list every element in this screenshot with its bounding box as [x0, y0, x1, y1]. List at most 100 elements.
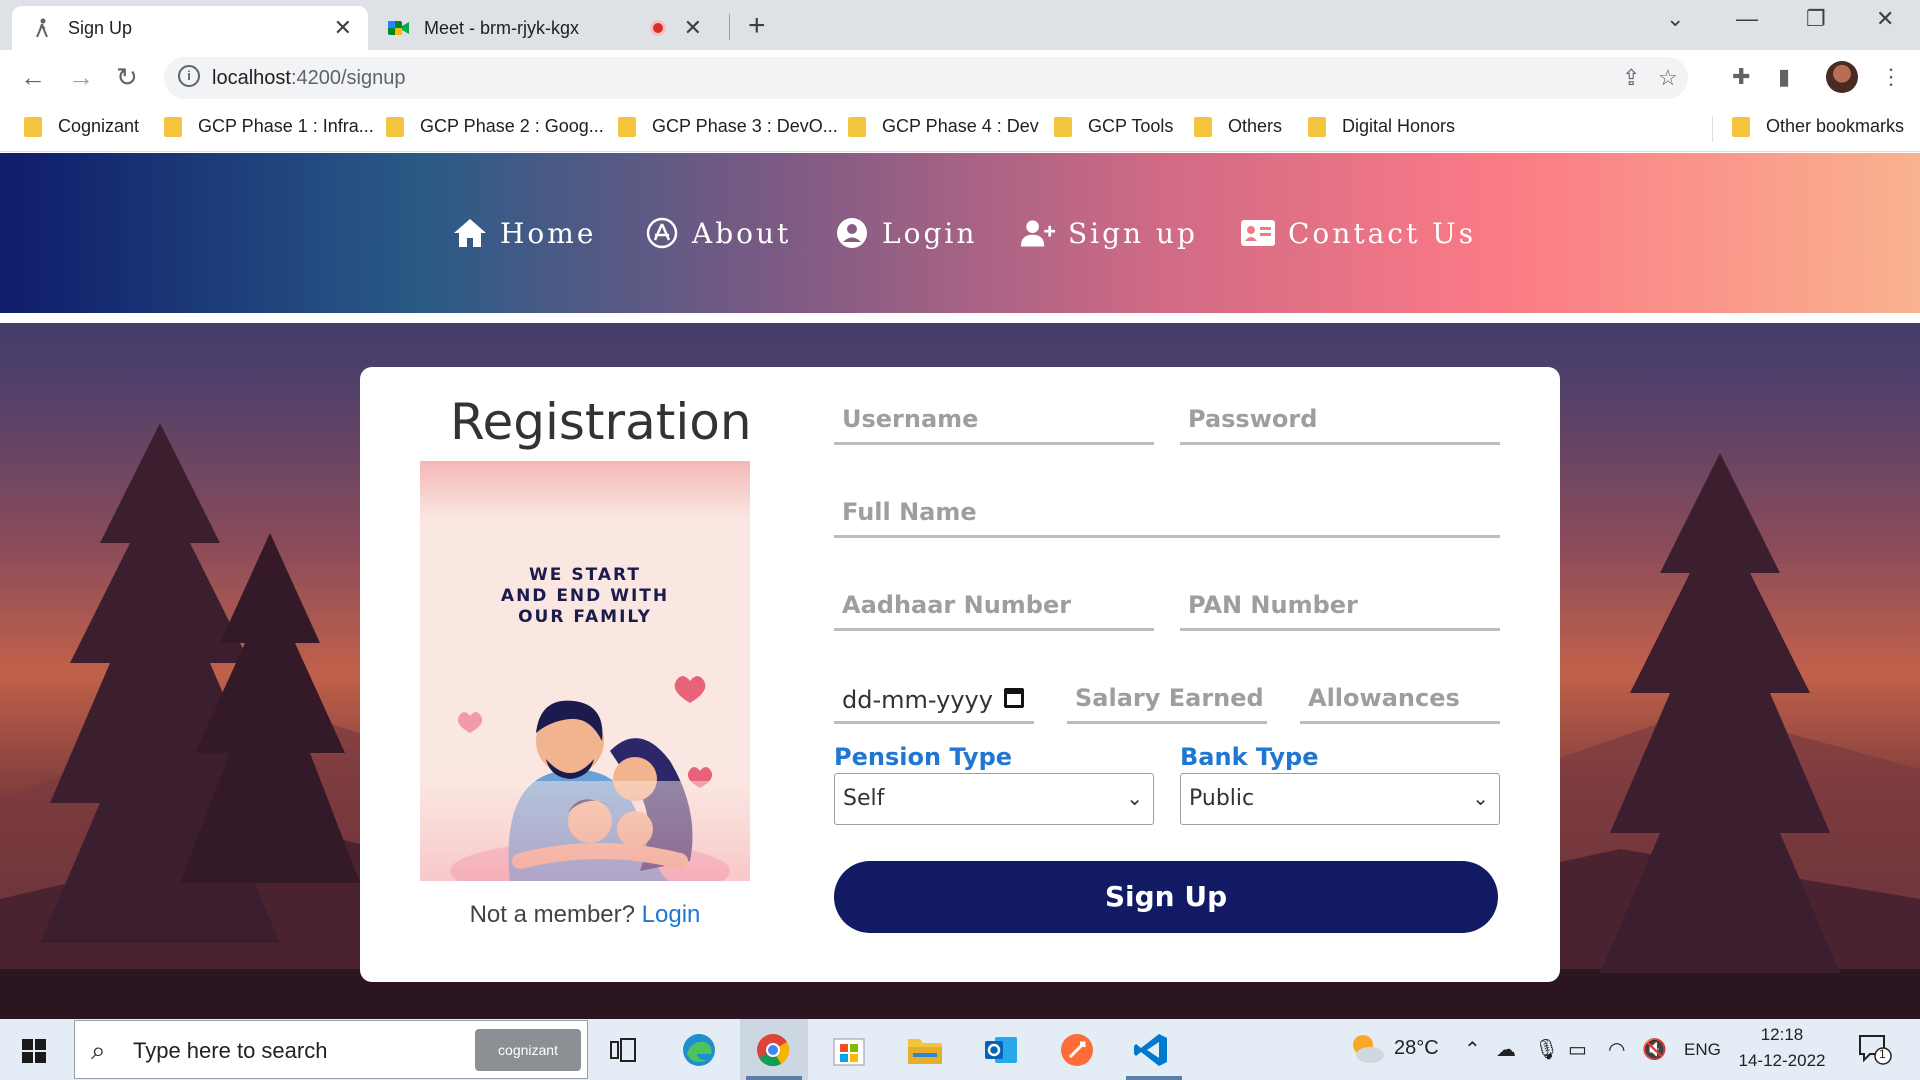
user-plus-icon — [1020, 215, 1056, 251]
profile-avatar[interactable] — [1826, 61, 1858, 93]
restore-button[interactable]: ❐ — [1806, 6, 1826, 32]
outlook-icon[interactable] — [980, 1029, 1022, 1071]
nav-home[interactable]: Home — [452, 215, 596, 251]
illustration-quote: WE START AND END WITH OUR FAMILY — [500, 565, 670, 627]
fullname-field — [834, 488, 1500, 538]
close-window-button[interactable]: ✕ — [1876, 6, 1894, 32]
nav-signup[interactable]: Sign up — [1020, 215, 1198, 251]
new-tab-button[interactable]: + — [748, 9, 766, 43]
page-title: Registration — [450, 393, 752, 451]
login-link[interactable]: Login — [642, 901, 701, 928]
site-navbar: Home About Login Sign up Contact Us — [0, 153, 1920, 313]
search-icon: ⌕ — [91, 1035, 106, 1065]
nav-home-label: Home — [500, 216, 597, 250]
calendar-icon[interactable] — [1004, 688, 1024, 708]
date-field[interactable]: dd-mm-yyyy — [834, 674, 1034, 724]
close-tab-icon[interactable]: ✕ — [684, 15, 702, 41]
forward-icon[interactable]: → — [68, 62, 94, 93]
tab-sign-up[interactable]: Sign Up ✕ — [12, 6, 368, 50]
nav-about[interactable]: About — [644, 215, 791, 251]
bookmark-folder[interactable]: Others — [1194, 116, 1282, 137]
bookmark-folder[interactable]: GCP Phase 1 : Infra... — [164, 116, 374, 137]
bookmark-star-icon[interactable]: ☆ — [1658, 65, 1678, 91]
chrome-icon[interactable] — [752, 1029, 794, 1071]
file-explorer-icon[interactable] — [904, 1029, 946, 1071]
password-input[interactable] — [1180, 395, 1500, 442]
windows-start-icon[interactable] — [22, 1039, 46, 1063]
fullname-input[interactable] — [834, 488, 1500, 535]
weather-temp[interactable]: 28°C — [1394, 1037, 1439, 1060]
clock-time: 12:18 — [1760, 1025, 1804, 1044]
task-view-icon[interactable] — [602, 1029, 644, 1071]
bookmark-folder[interactable]: GCP Phase 4 : Dev — [848, 116, 1039, 137]
pan-input[interactable] — [1180, 581, 1500, 628]
taskbar-search[interactable]: ⌕ Type here to search cognizant — [74, 1020, 588, 1079]
vscode-icon[interactable] — [1130, 1029, 1172, 1071]
date-input-value[interactable]: dd-mm-yyyy — [842, 686, 993, 714]
folder-icon — [1194, 116, 1212, 137]
folder-icon — [1308, 116, 1326, 137]
language-indicator[interactable]: ENG — [1684, 1040, 1721, 1060]
registration-card: Registration WE START AND END WITH OUR F… — [360, 367, 1560, 982]
nav-login[interactable]: Login — [834, 215, 977, 251]
bank-type-select[interactable]: Public ⌄ — [1180, 773, 1500, 825]
recording-indicator-icon — [649, 20, 666, 36]
wifi-icon[interactable]: ◠ — [1608, 1037, 1625, 1062]
sign-up-button[interactable]: Sign Up — [834, 861, 1498, 933]
tab-search-icon[interactable]: ⌄ — [1666, 6, 1684, 32]
username-input[interactable] — [834, 395, 1154, 442]
walking-person-icon — [32, 17, 54, 39]
url-text[interactable]: localhost:4200/signup — [212, 67, 405, 90]
tab-meet[interactable]: Meet - brm-rjyk-kgx ✕ — [378, 6, 718, 50]
bookmark-folder[interactable]: Cognizant — [24, 116, 139, 137]
edge-icon[interactable] — [678, 1029, 720, 1071]
reload-icon[interactable]: ↻ — [116, 62, 138, 93]
pension-type-select[interactable]: Self ⌄ — [834, 773, 1154, 825]
clock[interactable]: 12:18 14-12-2022 — [1734, 1025, 1830, 1071]
username-field — [834, 395, 1154, 445]
bookmark-folder[interactable]: Digital Honors — [1308, 116, 1455, 137]
postman-icon[interactable] — [1056, 1029, 1098, 1071]
bookmark-folder[interactable]: GCP Tools — [1054, 116, 1173, 137]
search-placeholder: Type here to search — [133, 1038, 328, 1063]
share-icon[interactable]: ⇪ — [1622, 65, 1640, 91]
extensions-icon[interactable]: ✚ — [1732, 64, 1750, 90]
microsoft-store-icon[interactable] — [828, 1029, 870, 1071]
minimize-button[interactable]: — — [1736, 6, 1758, 32]
notifications-icon[interactable]: 1 — [1858, 1033, 1892, 1071]
clock-date: 14-12-2022 — [1738, 1051, 1826, 1070]
app-store-icon — [644, 215, 680, 251]
allowances-input[interactable] — [1300, 674, 1500, 721]
pension-type-value: Self — [843, 786, 885, 811]
aadhaar-input[interactable] — [834, 581, 1154, 628]
chevron-down-icon: ⌄ — [1126, 788, 1143, 810]
tab-title: Sign Up — [68, 17, 133, 38]
site-info-icon[interactable]: i — [178, 65, 200, 87]
cognizant-badge[interactable]: cognizant — [475, 1029, 581, 1071]
folder-icon — [1054, 116, 1072, 137]
google-meet-icon — [388, 17, 410, 39]
battery-icon[interactable]: ▭ — [1568, 1037, 1587, 1062]
menu-kebab-icon[interactable]: ⋮ — [1880, 64, 1902, 90]
back-icon[interactable]: ← — [20, 62, 46, 93]
salary-input[interactable] — [1067, 674, 1267, 721]
navbar-divider — [0, 313, 1920, 323]
nav-login-label: Login — [882, 216, 978, 250]
folder-icon — [24, 116, 42, 137]
side-panel-icon[interactable]: ▮ — [1778, 64, 1790, 90]
bank-type-label: Bank Type — [1180, 743, 1319, 771]
address-bar[interactable]: i localhost:4200/signup ⇪ ☆ — [164, 57, 1688, 99]
open-app-indicator — [1126, 1076, 1182, 1080]
volume-muted-icon[interactable]: 🔇 — [1642, 1037, 1667, 1062]
close-tab-icon[interactable]: ✕ — [334, 15, 352, 41]
tab-title: Meet - brm-rjyk-kgx — [424, 17, 580, 38]
weather-icon[interactable] — [1348, 1031, 1386, 1071]
onedrive-icon[interactable]: ☁ — [1496, 1037, 1516, 1062]
bookmark-folder[interactable]: GCP Phase 3 : DevO... — [618, 116, 838, 137]
nav-contact[interactable]: Contact Us — [1240, 215, 1476, 251]
microphone-icon[interactable]: 🎙 — [1534, 1037, 1559, 1062]
aadhaar-field — [834, 581, 1154, 631]
other-bookmarks[interactable]: Other bookmarks — [1732, 116, 1904, 137]
show-hidden-icons-icon[interactable]: ⌃ — [1464, 1037, 1481, 1062]
bookmark-folder[interactable]: GCP Phase 2 : Goog... — [386, 116, 604, 137]
